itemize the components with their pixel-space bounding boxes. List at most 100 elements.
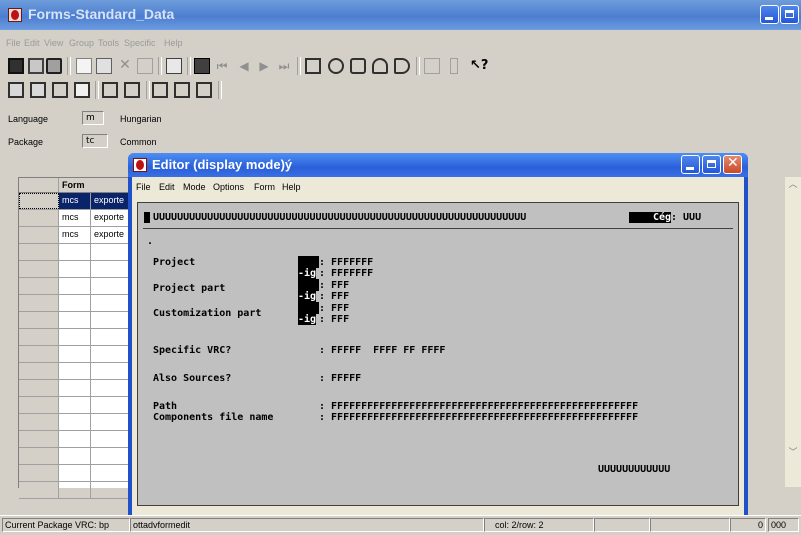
grid-cell[interactable] (59, 465, 91, 481)
table-row[interactable] (19, 448, 137, 465)
row-selector[interactable] (19, 295, 59, 311)
edit-icon[interactable] (424, 58, 440, 74)
menu-edit[interactable]: Edit (24, 38, 40, 48)
row-selector[interactable] (19, 227, 59, 243)
first-record-icon[interactable]: ⏮ (214, 58, 230, 74)
export-icon[interactable] (30, 82, 46, 98)
rename-icon[interactable] (137, 58, 153, 74)
row-selector[interactable] (19, 244, 59, 260)
row-selector[interactable] (19, 380, 59, 396)
row-selector[interactable] (19, 363, 59, 379)
grid-cell[interactable] (59, 295, 91, 311)
save-icon[interactable] (28, 58, 44, 74)
table-row[interactable] (19, 244, 137, 261)
table-row[interactable] (19, 312, 137, 329)
components-file-field[interactable]: : FFFFFFFFFFFFFFFFFFFFFFFFFFFFFFFFFFFFFF… (319, 412, 638, 423)
table-row[interactable] (19, 482, 137, 499)
project-to-field[interactable]: : FFFFFFF (319, 268, 373, 279)
grid-cell[interactable] (59, 414, 91, 430)
scroll-down-icon[interactable]: ﹀ (787, 447, 799, 459)
last-record-icon[interactable]: ⏭ (276, 58, 292, 74)
row-selector[interactable] (19, 482, 59, 498)
menu-file[interactable]: File (6, 38, 21, 48)
grid-cell[interactable] (59, 448, 91, 464)
grid-cell[interactable]: mcs (59, 193, 91, 209)
next-record-icon[interactable]: ▶ (256, 58, 272, 74)
specific-vrc-field[interactable]: : FFFFF FFFF FF FFFF (319, 345, 445, 356)
table-row[interactable]: mcs exporte (19, 210, 137, 227)
table-row[interactable] (19, 363, 137, 380)
editor-menu-options[interactable]: Options (213, 182, 244, 192)
row-selector[interactable] (19, 465, 59, 481)
vrc-icon-1[interactable] (152, 82, 168, 98)
row-selector[interactable] (19, 431, 59, 447)
import-icon[interactable] (8, 82, 24, 98)
table-row[interactable] (19, 414, 137, 431)
copy-icon[interactable] (96, 58, 112, 74)
language-code-field[interactable]: m (82, 111, 104, 125)
table-row[interactable] (19, 380, 137, 397)
transfer-icon[interactable] (52, 82, 68, 98)
table-row[interactable] (19, 295, 137, 312)
prev-record-icon[interactable]: ◀ (236, 58, 252, 74)
table-row[interactable] (19, 346, 137, 363)
table-row[interactable]: mcs exporte (19, 227, 137, 244)
table-row[interactable]: mcs exporte (19, 193, 137, 210)
customization-part-field[interactable]: : FFF (319, 303, 349, 314)
package-code-field[interactable]: tc (82, 134, 108, 148)
scroll-up-icon[interactable]: ︿ (787, 179, 799, 191)
vrc-icon-3[interactable] (196, 82, 212, 98)
forms-grid[interactable]: Form mcs exporte mcs exporte mcs exporte (18, 177, 137, 499)
row-selector[interactable] (19, 312, 59, 328)
grid-header-form[interactable]: Form (59, 178, 137, 192)
table-row[interactable] (19, 278, 137, 295)
check-icon[interactable] (372, 58, 388, 74)
editor-menu-edit[interactable]: Edit (159, 182, 175, 192)
refresh-icon[interactable] (166, 58, 182, 74)
row-selector[interactable] (19, 329, 59, 345)
editor-close-button[interactable]: ✕ (723, 155, 742, 174)
project-field[interactable]: : FFFFFFF (319, 257, 373, 268)
editor-menu-mode[interactable]: Mode (183, 182, 206, 192)
also-sources-field[interactable]: : FFFFF (319, 373, 361, 384)
grid-cell[interactable] (59, 380, 91, 396)
editor-menu-form[interactable]: Form (254, 182, 275, 192)
customization-part-to-field[interactable]: : FFF (319, 314, 349, 325)
properties-icon[interactable] (8, 58, 24, 74)
row-selector[interactable] (19, 278, 59, 294)
grid-cell[interactable] (59, 278, 91, 294)
minimize-button[interactable] (760, 5, 779, 24)
grid-cell[interactable]: mcs (59, 210, 91, 226)
paste-icon[interactable] (74, 82, 90, 98)
row-selector[interactable] (19, 210, 59, 226)
row-selector[interactable] (19, 346, 59, 362)
grid-cell[interactable] (59, 261, 91, 277)
delete-icon[interactable]: ✕ (117, 58, 133, 74)
editor-titlebar[interactable]: Editor (display mode)ý ✕ (128, 153, 748, 177)
row-selector[interactable] (19, 448, 59, 464)
help-pointer-icon[interactable]: ↖? (470, 58, 488, 74)
grid-cell[interactable] (59, 397, 91, 413)
new-document-icon[interactable] (76, 58, 92, 74)
group-icon[interactable] (305, 58, 321, 74)
vrc-icon-2[interactable] (174, 82, 190, 98)
editor-maximize-button[interactable] (702, 155, 721, 174)
grid-cell[interactable] (59, 312, 91, 328)
menu-help[interactable]: Help (164, 38, 183, 48)
editor-menu-help[interactable]: Help (282, 182, 301, 192)
grid-cell[interactable] (59, 363, 91, 379)
zoom-icon[interactable] (328, 58, 344, 74)
editor-menu-file[interactable]: File (136, 182, 151, 192)
editor-form[interactable]: UUUUUUUUUUUUUUUUUUUUUUUUUUUUUUUUUUUUUUUU… (137, 202, 739, 506)
find-icon[interactable] (194, 58, 210, 74)
grid-cell[interactable] (59, 346, 91, 362)
project-part-field[interactable]: : FFF (319, 280, 349, 291)
grid-cell[interactable] (59, 329, 91, 345)
main-vertical-scrollbar[interactable]: ︿ ﹀ (785, 177, 801, 487)
field-list-icon[interactable] (124, 82, 140, 98)
link-icon[interactable] (350, 58, 366, 74)
table-row[interactable] (19, 431, 137, 448)
form-edit-icon[interactable] (102, 82, 118, 98)
editor-window[interactable]: Editor (display mode)ý ✕ File Edit Mode … (128, 153, 748, 515)
company-value[interactable]: : UUU (671, 212, 701, 223)
